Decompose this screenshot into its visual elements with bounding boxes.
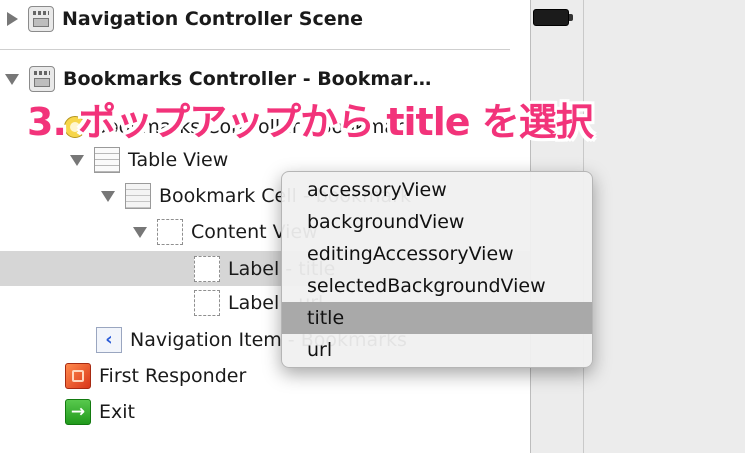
label-icon — [194, 255, 220, 282]
outline-row-label: Exit — [99, 401, 135, 423]
storyboard-scene-icon — [29, 66, 55, 92]
outline-row-exit[interactable]: → Exit — [0, 396, 530, 428]
disclosure-expanded-icon[interactable] — [5, 73, 19, 85]
content-view-icon — [157, 219, 183, 245]
exit-icon: → — [65, 399, 91, 425]
outline-row-label: Bookmarks Controller - Bookmar… — [63, 68, 432, 90]
label-icon — [194, 290, 220, 316]
scene-divider — [0, 49, 510, 50]
disclosure-expanded-icon[interactable] — [101, 190, 115, 202]
first-responder-cube-icon — [65, 363, 91, 389]
outline-row-label: Navigation Controller Scene — [62, 8, 364, 30]
disclosure-expanded-icon[interactable] — [133, 226, 147, 238]
outline-row-navigation-controller-scene[interactable]: Navigation Controller Scene — [0, 3, 530, 35]
menu-item-accessoryview[interactable]: accessoryView — [282, 174, 592, 206]
instruction-annotation: 3. ポップアップから title を選択 — [27, 100, 594, 144]
menu-item-url[interactable]: url — [282, 334, 592, 366]
back-chevron-icon: ‹ — [96, 327, 122, 353]
battery-icon — [533, 9, 573, 26]
menu-item-title[interactable]: title — [282, 302, 592, 334]
disclosure-collapsed-icon[interactable] — [7, 12, 18, 26]
outline-row-label: Table View — [128, 149, 229, 171]
outline-row-label: First Responder — [99, 365, 247, 387]
table-view-icon — [94, 147, 120, 173]
outlet-popup-menu: accessoryView backgroundView editingAcce… — [281, 171, 593, 368]
storyboard-scene-icon — [28, 6, 54, 32]
disclosure-expanded-icon[interactable] — [70, 154, 84, 166]
table-cell-icon — [125, 183, 151, 209]
menu-item-backgroundview[interactable]: backgroundView — [282, 206, 592, 238]
menu-item-selectedbackgroundview[interactable]: selectedBackgroundView — [282, 270, 592, 302]
menu-item-editingaccessoryview[interactable]: editingAccessoryView — [282, 238, 592, 270]
